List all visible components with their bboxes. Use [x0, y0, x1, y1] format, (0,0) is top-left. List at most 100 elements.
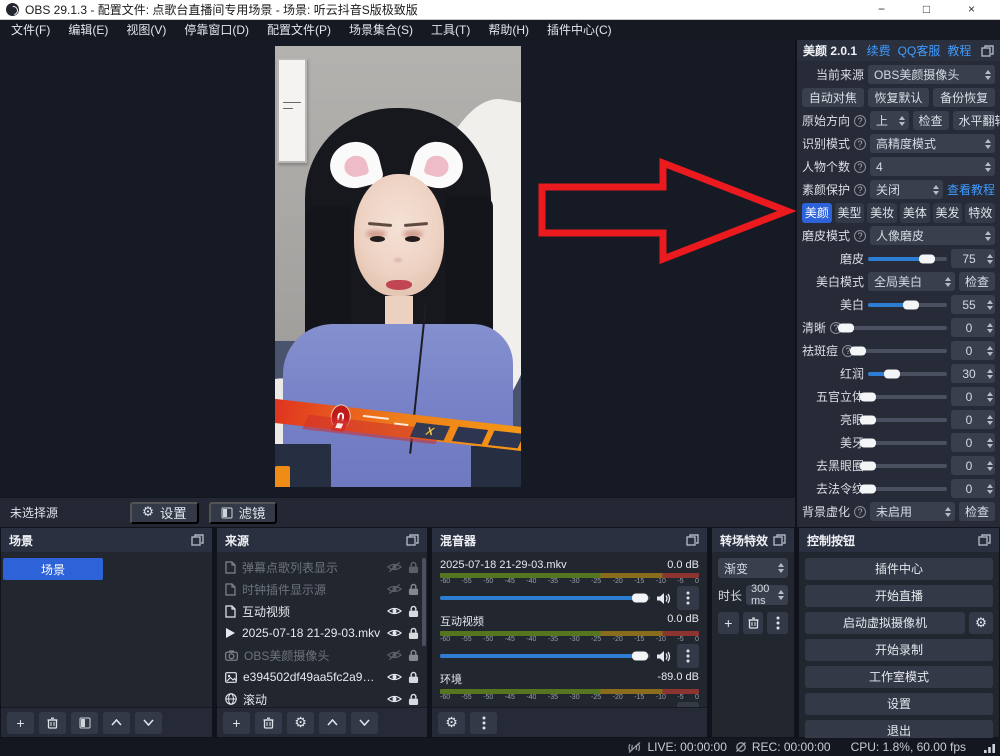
slider-handle[interactable]	[838, 323, 854, 332]
slider-handle[interactable]	[860, 484, 876, 493]
tutorial-link[interactable]: 教程	[947, 42, 971, 59]
scene-move-down-button[interactable]	[135, 712, 162, 734]
source-properties-button[interactable]: ⚙ 设置	[130, 502, 199, 524]
bg-blur-dropdown[interactable]: 未启用	[870, 502, 955, 521]
lock-icon[interactable]	[408, 605, 419, 618]
slider-handle[interactable]	[903, 300, 919, 309]
restore-default-button[interactable]: 恢复默认	[868, 88, 930, 107]
popout-icon[interactable]	[773, 534, 786, 546]
slider-handle[interactable]	[860, 461, 876, 470]
source-row[interactable]: OBS美颜摄像头	[217, 644, 427, 666]
blemish-slider[interactable]	[858, 349, 947, 353]
menu-profile[interactable]: 配置文件(P)	[258, 20, 340, 40]
autofocus-button[interactable]: 自动对焦	[802, 88, 864, 107]
teeth-slider[interactable]	[868, 441, 947, 445]
lock-icon[interactable]	[408, 561, 419, 574]
scene-item-selected[interactable]: 场景	[3, 558, 103, 580]
recognition-mode-dropdown[interactable]: 高精度模式	[870, 134, 995, 153]
source-move-down-button[interactable]	[351, 712, 378, 734]
add-transition-button[interactable]: +	[718, 612, 739, 634]
face-3d-slider[interactable]	[868, 395, 947, 399]
menu-edit[interactable]: 编辑(E)	[59, 20, 117, 40]
volume-slider[interactable]	[440, 654, 650, 658]
slider-handle[interactable]	[860, 415, 876, 424]
source-row[interactable]: 时钟插件显示源	[217, 578, 427, 600]
transition-duration-spinner[interactable]: 300 ms	[746, 585, 788, 605]
smooth-slider[interactable]	[868, 257, 947, 261]
tab-effects[interactable]: 特效	[965, 203, 995, 223]
help-icon[interactable]: ?	[854, 506, 866, 518]
channel-menu-button[interactable]	[677, 644, 699, 668]
popout-icon[interactable]	[191, 534, 204, 546]
clarity-value-spinner[interactable]: 0	[951, 318, 995, 337]
start-recording-button[interactable]: 开始录制	[805, 639, 993, 661]
remove-scene-button[interactable]	[39, 712, 66, 734]
virtual-camera-settings-button[interactable]: ⚙	[969, 612, 993, 634]
help-icon[interactable]: ?	[854, 230, 866, 242]
tab-shape[interactable]: 美型	[835, 203, 865, 223]
lock-icon[interactable]	[408, 583, 419, 596]
speaker-icon[interactable]	[656, 650, 671, 663]
eye-icon[interactable]	[387, 693, 402, 705]
source-filters-button[interactable]: 滤镜	[209, 502, 278, 524]
whiten-value-spinner[interactable]: 55	[951, 295, 995, 314]
backup-restore-button[interactable]: 备份恢复	[933, 88, 995, 107]
scrollbar[interactable]	[422, 558, 426, 646]
eye-icon[interactable]	[387, 605, 402, 617]
slider-handle[interactable]	[860, 438, 876, 447]
help-icon[interactable]: ?	[854, 115, 866, 127]
advanced-audio-button[interactable]: ⚙	[438, 712, 465, 734]
menu-docks[interactable]: 停靠窗口(D)	[175, 20, 258, 40]
rosy-slider[interactable]	[868, 372, 947, 376]
bg-blur-check-button[interactable]: 检查	[959, 502, 995, 521]
eye-off-icon[interactable]	[387, 561, 402, 573]
blemish-value-spinner[interactable]: 0	[951, 341, 995, 360]
smooth-mode-dropdown[interactable]: 人像磨皮	[870, 226, 995, 245]
source-row[interactable]: 弹幕点歌列表显示	[217, 556, 427, 578]
plugin-center-button[interactable]: 插件中心	[805, 558, 993, 580]
studio-mode-button[interactable]: 工作室模式	[805, 666, 993, 688]
tab-beauty[interactable]: 美颜	[802, 203, 832, 223]
tab-hair[interactable]: 美发	[933, 203, 963, 223]
preview-area[interactable]: 0 X	[0, 40, 795, 497]
lock-icon[interactable]	[408, 671, 419, 684]
menu-scene-collection[interactable]: 场景集合(S)	[340, 20, 422, 40]
current-source-dropdown[interactable]: OBS美颜摄像头	[868, 65, 995, 84]
lock-icon[interactable]	[408, 627, 419, 640]
lock-icon[interactable]	[408, 693, 419, 706]
tab-makeup[interactable]: 美妆	[867, 203, 897, 223]
remove-transition-button[interactable]	[743, 612, 764, 634]
mixer-menu-button[interactable]	[470, 712, 497, 734]
source-row[interactable]: 滚动	[217, 688, 427, 707]
face-3d-value-spinner[interactable]: 0	[951, 387, 995, 406]
eye-off-icon[interactable]	[387, 649, 402, 661]
minimize-button[interactable]: −	[859, 0, 904, 19]
bright-eyes-value-spinner[interactable]: 0	[951, 410, 995, 429]
smile-lines-value-spinner[interactable]: 0	[951, 479, 995, 498]
slider-handle[interactable]	[884, 369, 900, 378]
rosy-value-spinner[interactable]: 30	[951, 364, 995, 383]
channel-menu-button[interactable]	[677, 702, 699, 707]
start-streaming-button[interactable]: 开始直播	[805, 585, 993, 607]
menu-tools[interactable]: 工具(T)	[422, 20, 479, 40]
clarity-slider[interactable]	[846, 326, 947, 330]
white-mode-check-button[interactable]: 检查	[959, 272, 995, 291]
add-scene-button[interactable]: +	[7, 712, 34, 734]
lock-icon[interactable]	[408, 649, 419, 662]
slider-handle[interactable]	[860, 392, 876, 401]
dark-circle-slider[interactable]	[868, 464, 947, 468]
face-protect-dropdown[interactable]: 关闭	[870, 180, 943, 199]
tab-body[interactable]: 美体	[900, 203, 930, 223]
view-tutorial-link[interactable]: 查看教程	[947, 181, 995, 198]
add-source-button[interactable]: +	[223, 712, 250, 734]
slider-handle[interactable]	[850, 346, 866, 355]
smooth-value-spinner[interactable]: 75	[951, 249, 995, 268]
speaker-icon[interactable]	[656, 592, 671, 605]
qq-support-link[interactable]: QQ客服	[898, 42, 941, 59]
source-move-up-button[interactable]	[319, 712, 346, 734]
source-properties-toolbar-button[interactable]: ⚙	[287, 712, 314, 734]
menu-help[interactable]: 帮助(H)	[479, 20, 538, 40]
menu-view[interactable]: 视图(V)	[117, 20, 175, 40]
popout-icon[interactable]	[406, 534, 419, 546]
volume-slider[interactable]	[440, 596, 650, 600]
